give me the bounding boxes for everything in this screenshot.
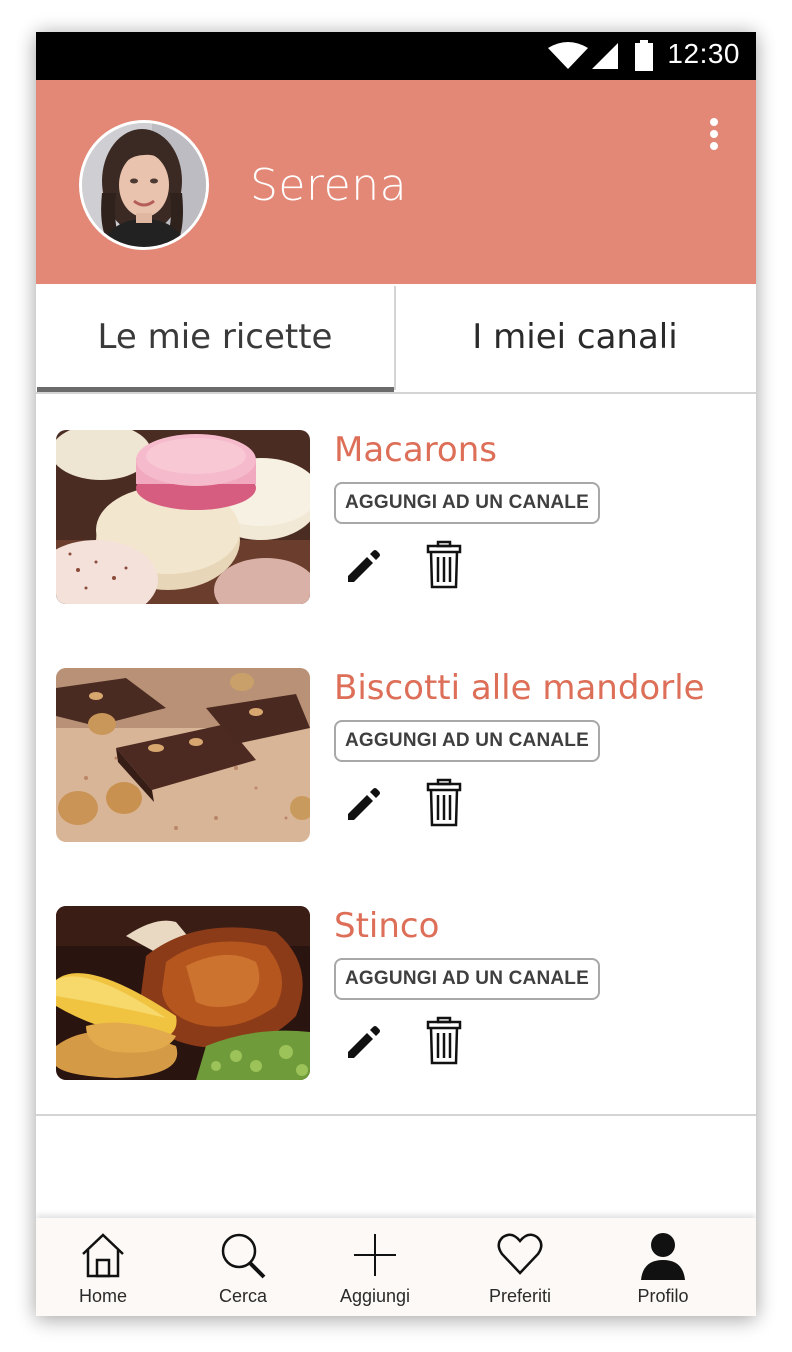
person-icon [641,1233,685,1280]
signal-icon [592,43,618,69]
recipe-title[interactable]: Stinco [334,906,439,946]
bottom-navigation: Home Cerca Aggiungi Preferiti Profilo [36,1218,756,1316]
wifi-icon [548,42,588,69]
edit-icon[interactable] [344,1022,384,1062]
recipe-list-item[interactable]: Macarons AGGUNGI AD UN CANALE [36,394,756,634]
recipe-image-stinco[interactable] [56,906,310,1080]
overflow-menu-icon[interactable] [708,118,720,158]
profile-header: Serena [36,80,756,284]
nav-label: Cerca [218,1286,267,1306]
trash-icon[interactable] [424,540,464,590]
status-bar: 12:30 [36,32,756,80]
plus-icon [354,1234,396,1276]
status-time: 12:30 [667,38,740,69]
tab-my-recipes[interactable]: Le mie ricette [36,284,394,392]
trash-icon[interactable] [424,778,464,828]
nav-home[interactable]: Home [36,1218,170,1316]
avatar[interactable] [79,120,209,250]
recipe-title[interactable]: Macarons [334,430,497,470]
edit-icon[interactable] [344,546,384,586]
heart-icon [497,1233,543,1275]
add-to-channel-button[interactable]: AGGUNGI AD UN CANALE [334,482,600,524]
profile-name: Serena [250,160,408,211]
nav-favorites[interactable]: Preferiti [453,1218,587,1316]
home-icon [82,1233,124,1278]
search-icon [221,1233,266,1279]
nav-label: Home [78,1286,127,1306]
nav-add[interactable]: Aggiungi [308,1218,442,1316]
edit-icon[interactable] [344,784,384,824]
nav-label: Aggiungi [339,1286,411,1306]
recipe-title[interactable]: Biscotti alle mandorle [334,668,705,708]
trash-icon[interactable] [424,1016,464,1066]
phone-screen: 12:30 Serena Le mie ricette I miei canal… [36,32,756,1316]
add-to-channel-button[interactable]: AGGUNGI AD UN CANALE [334,720,600,762]
tab-bar: Le mie ricette I miei canali [36,284,756,394]
nav-label: Profilo [637,1286,689,1306]
recipe-image-macarons[interactable] [56,430,310,604]
recipe-list-item[interactable]: Biscotti alle mandorle AGGUNGI AD UN CAN… [36,632,756,872]
nav-profile[interactable]: Profilo [596,1218,730,1316]
nav-search[interactable]: Cerca [176,1218,310,1316]
recipe-image-biscotti[interactable] [56,668,310,842]
add-to-channel-button[interactable]: AGGUNGI AD UN CANALE [334,958,600,1000]
tab-my-channels[interactable]: I miei canali [396,284,754,390]
battery-icon [635,40,653,71]
recipe-list-item[interactable]: Stinco AGGUNGI AD UN CANALE [36,870,756,1116]
nav-label: Preferiti [488,1286,551,1306]
